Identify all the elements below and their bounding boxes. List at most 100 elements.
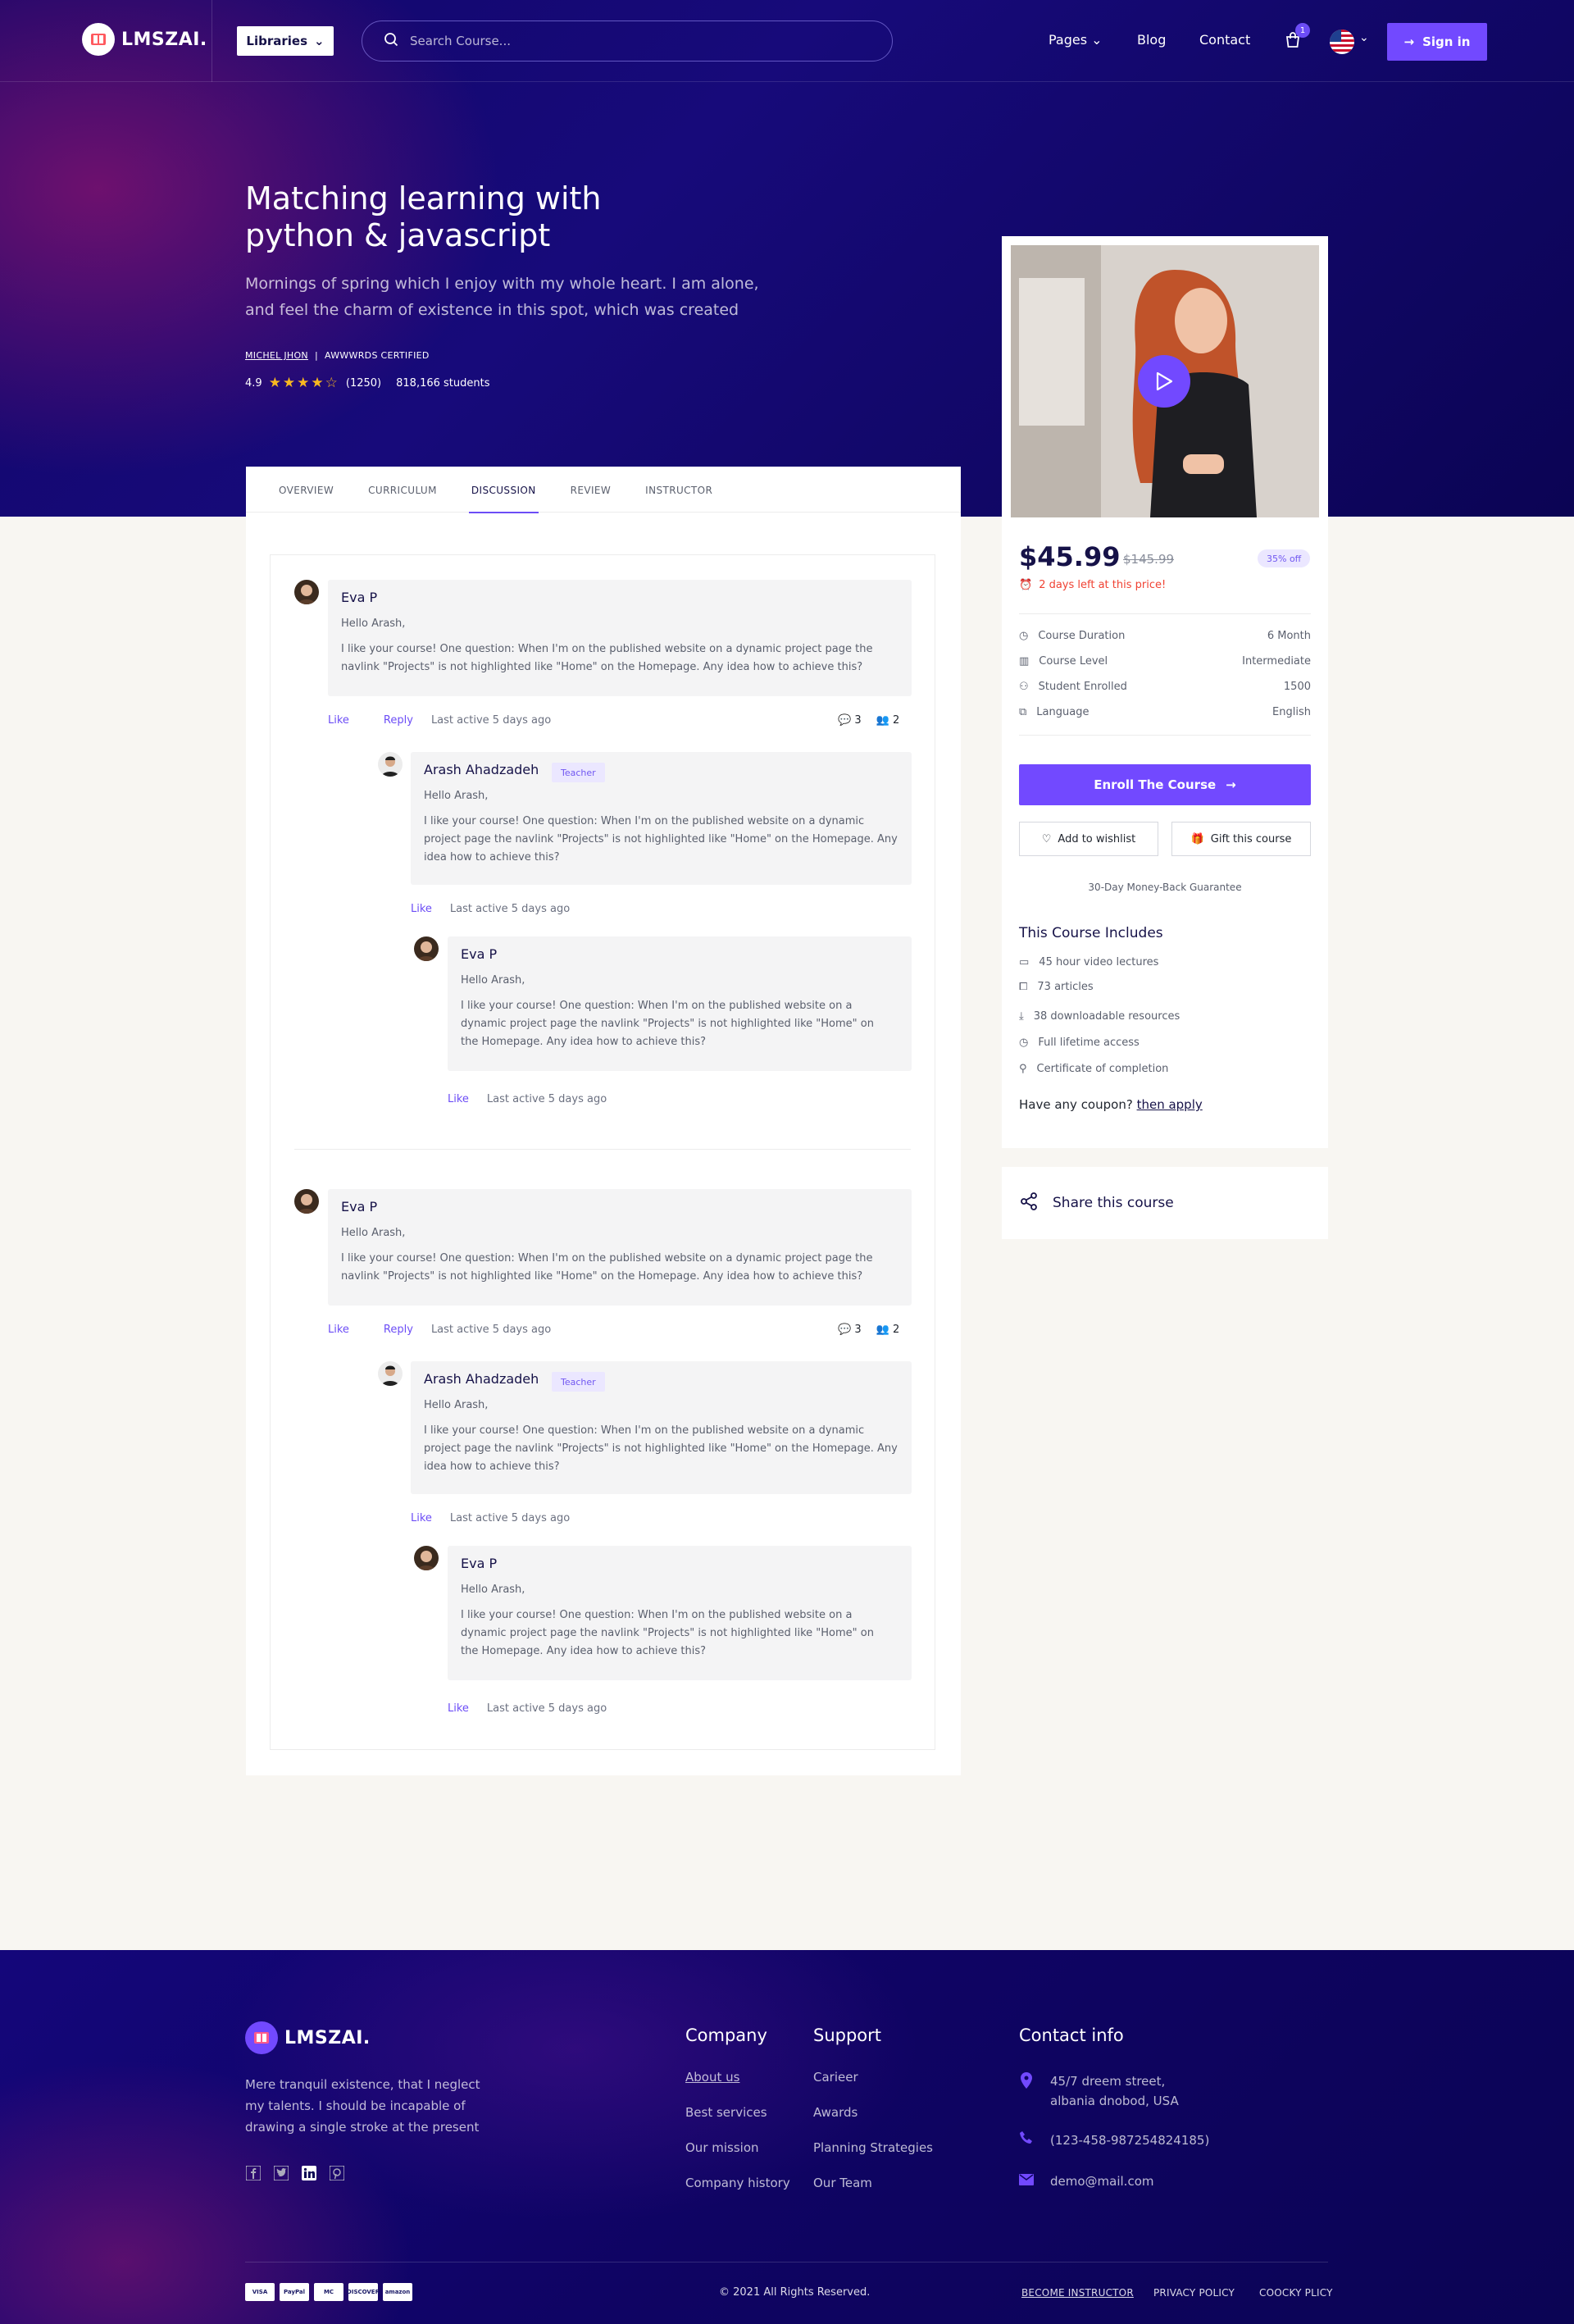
comment-actions: Like Reply Last active 5 days ago — [328, 714, 551, 727]
nav-link-pages[interactable]: Pages ⌄ — [1049, 32, 1103, 48]
heart-icon: ♡ — [1041, 832, 1052, 845]
avatar — [414, 936, 439, 961]
course-purchase-card: $45.99 $145.99 35% off ⏰ 2 days left at t… — [1002, 236, 1328, 1148]
price-deadline: ⏰ 2 days left at this price! — [1019, 579, 1166, 591]
reply-button[interactable]: Reply — [384, 714, 413, 727]
certificate-icon: ⚲ — [1019, 1063, 1027, 1075]
footer-link-our-mission[interactable]: Our mission — [685, 2140, 759, 2155]
comment-counts: 💬 3 👥 2 — [838, 1324, 899, 1336]
footer-link-career[interactable]: Carieer — [813, 2070, 858, 2085]
footer-link-planning-strategies[interactable]: Planning Strategies — [813, 2140, 933, 2155]
book-icon: ⧠ — [1019, 981, 1028, 993]
contact-phone: (123-458-987254824185) — [1019, 2130, 1209, 2151]
footer-company-title: Company — [685, 2026, 767, 2045]
sign-in-button[interactable]: → Sign in — [1387, 23, 1487, 61]
twitter-icon[interactable] — [273, 2165, 289, 2181]
commenter-name: Arash Ahadzadeh — [424, 1371, 539, 1387]
become-instructor-link[interactable]: BECOME INSTRUCTOR — [1021, 2287, 1134, 2299]
course-title: Matching learning with python & javascri… — [245, 180, 602, 253]
rating-value: 4.9 — [245, 376, 262, 390]
last-active-text: Last active 5 days ago — [430, 714, 552, 727]
teacher-badge: Teacher — [552, 1372, 605, 1392]
search-bar[interactable] — [362, 21, 893, 62]
us-flag-icon[interactable] — [1330, 30, 1354, 54]
footer-link-company-history[interactable]: Company history — [685, 2176, 790, 2190]
nav-link-contact[interactable]: Contact — [1199, 32, 1250, 48]
libraries-dropdown[interactable]: Libraries ⌄ — [237, 26, 334, 56]
course-rating: 4.9 ★★★★☆ (1250) 818,166 students — [245, 375, 489, 391]
comment-greeting: Hello Arash, — [461, 1584, 525, 1596]
phone-icon — [1019, 2130, 1034, 2151]
footer-link-best-services[interactable]: Best services — [685, 2105, 767, 2120]
include-item: ◷ Full lifetime access — [1019, 1037, 1140, 1049]
include-text: 73 articles — [1037, 981, 1094, 993]
share-course-button[interactable]: Share this course — [1002, 1167, 1328, 1239]
tab-review[interactable]: REVIEW — [571, 467, 612, 513]
like-button[interactable]: Like — [328, 714, 349, 727]
like-button[interactable]: Like — [328, 1324, 349, 1336]
include-text: Full lifetime access — [1038, 1037, 1140, 1049]
apply-coupon-link[interactable]: then apply — [1137, 1097, 1203, 1112]
cookie-policy-link[interactable]: COOCKY PLICY — [1259, 2287, 1333, 2299]
search-icon — [384, 32, 398, 50]
footer-link-awards[interactable]: Awards — [813, 2105, 858, 2120]
comment-greeting: Hello Arash, — [341, 617, 406, 630]
comment-bubble: Eva P Hello Arash, I like your course! O… — [328, 1189, 912, 1306]
book-icon — [82, 23, 115, 56]
spec-course-level: ▥ Course Level Intermediate — [1019, 655, 1311, 668]
star-rating-icon: ★★★★☆ — [268, 375, 339, 391]
tab-discussion[interactable]: DISCUSSION — [468, 467, 539, 513]
comment-greeting: Hello Arash, — [341, 1227, 406, 1239]
comment-count: 💬 3 — [838, 1324, 862, 1336]
search-input[interactable] — [410, 34, 836, 48]
play-icon[interactable] — [1138, 355, 1190, 408]
like-button[interactable]: Like — [411, 903, 432, 915]
money-back-guarantee: 30-Day Money-Back Guarantee — [1088, 882, 1242, 893]
copyright-text: © 2021 All Rights Reserved. — [719, 2286, 871, 2299]
original-price: $145.99 — [1123, 552, 1175, 567]
gift-course-button[interactable]: 🎁 Gift this course — [1171, 822, 1311, 856]
comment-counts: 💬 3 👥 2 — [838, 714, 899, 727]
privacy-policy-link[interactable]: PRIVACY POLICY — [1153, 2287, 1235, 2299]
phone-text: (123-458-987254824185) — [1050, 2133, 1210, 2148]
language-chevron-icon[interactable]: ⌄ — [1359, 31, 1369, 44]
course-preview-video[interactable] — [1011, 245, 1319, 517]
chevron-down-icon: ⌄ — [314, 34, 325, 48]
nav-link-blog[interactable]: Blog — [1137, 32, 1166, 48]
linkedin-icon[interactable] — [301, 2165, 317, 2181]
people-icon: 👥 — [876, 1324, 889, 1336]
certification-label: AWWWRDS CERTIFIED — [324, 350, 430, 361]
cart-button[interactable]: 1 — [1284, 23, 1310, 52]
facebook-icon[interactable] — [245, 2165, 262, 2181]
brand-logo[interactable]: LMSZAI. — [82, 23, 207, 56]
wishlist-label: Add to wishlist — [1058, 832, 1136, 845]
spec-label: Student Enrolled — [1038, 681, 1127, 693]
enroll-button[interactable]: Enroll The Course → — [1019, 764, 1311, 805]
comment-greeting: Hello Arash, — [461, 974, 525, 987]
like-button[interactable]: Like — [448, 1093, 469, 1105]
include-text: Certificate of completion — [1036, 1063, 1169, 1075]
comment-actions: Like Last active 5 days ago — [448, 1093, 607, 1105]
tab-instructor[interactable]: INSTRUCTOR — [645, 467, 712, 513]
tab-curriculum[interactable]: CURRICULUM — [368, 467, 437, 513]
address-text: 45/7 dreem street, albania dnobod, USA — [1050, 2074, 1179, 2108]
like-button[interactable]: Like — [448, 1702, 469, 1715]
spec-value: 6 Month — [1267, 630, 1311, 642]
footer-logo[interactable]: LMSZAI. — [245, 2021, 371, 2054]
cart-count-badge: 1 — [1295, 23, 1310, 38]
divider — [1019, 735, 1311, 736]
include-item: ⤓ 38 downloadable resources — [1019, 1010, 1180, 1023]
tab-overview[interactable]: OVERVIEW — [279, 467, 334, 513]
like-button[interactable]: Like — [411, 1512, 432, 1524]
participant-count-value: 2 — [892, 1324, 900, 1336]
reply-button[interactable]: Reply — [384, 1324, 413, 1336]
add-to-wishlist-button[interactable]: ♡ Add to wishlist — [1019, 822, 1158, 856]
footer-link-about-us[interactable]: About us — [685, 2070, 739, 2085]
footer-link-our-team[interactable]: Our Team — [813, 2176, 872, 2190]
visa-icon: VISA — [245, 2283, 275, 2301]
pinterest-icon[interactable] — [329, 2165, 345, 2181]
brand-name: LMSZAI. — [121, 29, 207, 50]
alarm-clock-icon: ⏰ — [1019, 579, 1033, 591]
author-link[interactable]: MICHEL JHON — [245, 350, 308, 361]
divider — [1019, 613, 1311, 614]
